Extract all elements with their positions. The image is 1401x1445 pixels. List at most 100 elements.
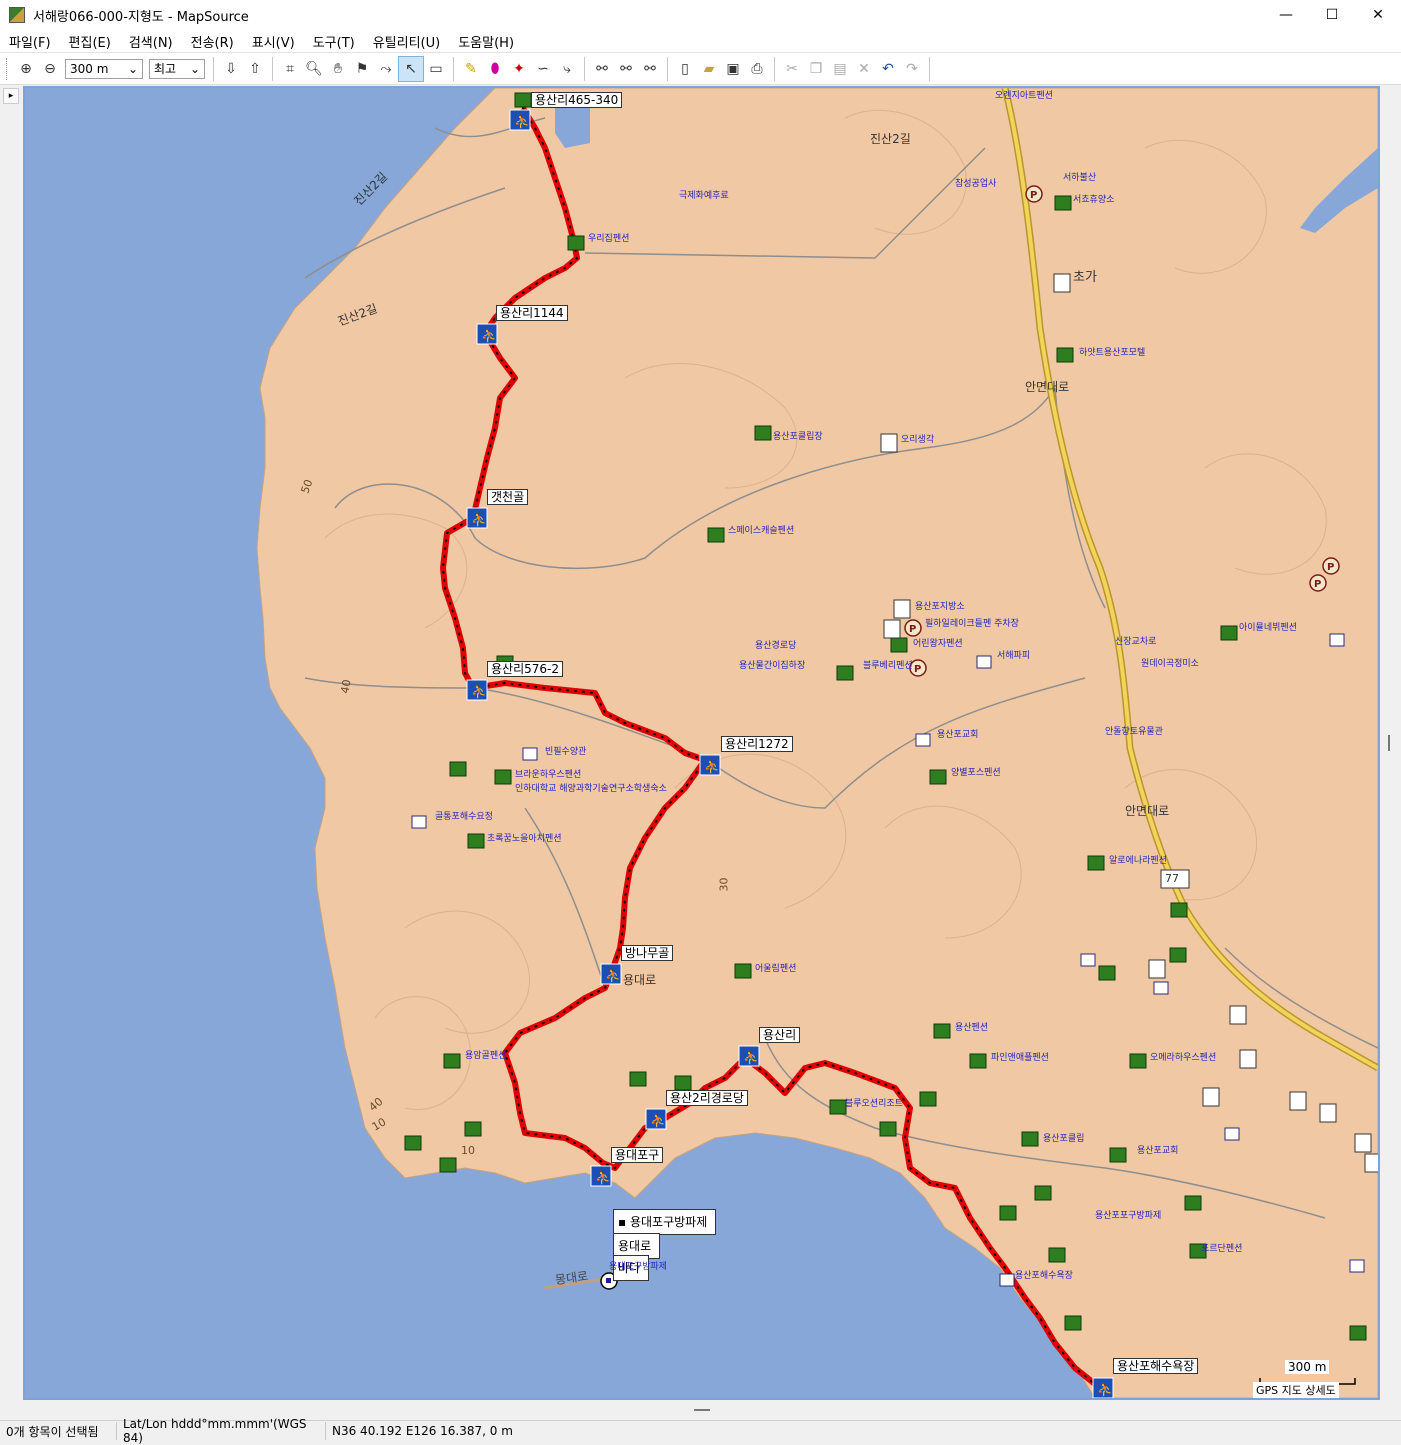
poi-label[interactable]: 극제화예후료 bbox=[679, 188, 729, 201]
waypoint-label[interactable]: 용산2리경로당 bbox=[666, 1090, 748, 1106]
poi-label[interactable]: 블루오션리조트 bbox=[845, 1096, 903, 1109]
map-canvas[interactable]: PPP PP ⛹⛹⛹ ⛹⛹⛹ ⛹⛹⛹ ⛹ bbox=[25, 88, 1378, 1398]
poi-label[interactable]: 용산포클립장 bbox=[773, 429, 823, 442]
poi-label[interactable]: 용산포교회 bbox=[937, 727, 978, 740]
feature-label-breakwater[interactable]: ▪ 용대포구방파제 bbox=[613, 1209, 717, 1235]
waypoint-label[interactable]: 용산포해수욕장 bbox=[1113, 1358, 1199, 1374]
poi-label[interactable]: 아이뮬네뷔펜션 bbox=[1239, 620, 1297, 633]
menu-edit[interactable]: 편집(E) bbox=[60, 32, 120, 51]
poi-label[interactable]: 오리생각 bbox=[901, 432, 934, 445]
save-disk-icon[interactable]: ▣ bbox=[721, 57, 745, 81]
waypoint-label[interactable]: 용산리 bbox=[759, 1027, 801, 1043]
poi-label[interactable]: 서해파피 bbox=[997, 648, 1030, 661]
pan-hand-icon[interactable]: ✋︎ bbox=[326, 57, 350, 81]
find-address-icon[interactable]: ⚯ bbox=[638, 57, 662, 81]
poi-label[interactable]: 어린왕자펜션 bbox=[913, 636, 963, 649]
poi-label[interactable]: 용산포클립 bbox=[1043, 1131, 1084, 1144]
svg-text:P: P bbox=[909, 624, 916, 635]
poi-label[interactable]: 오메라하우스펜션 bbox=[1150, 1050, 1216, 1063]
menu-file[interactable]: 파일(F) bbox=[0, 32, 60, 51]
poi-label[interactable]: 오렌지아트펜션 bbox=[995, 88, 1053, 101]
waypoint-label[interactable]: 용산리576-2 bbox=[487, 661, 563, 677]
route-tool-icon[interactable]: ⤳ bbox=[374, 57, 398, 81]
poi-label[interactable]: 골통포해수요정 bbox=[435, 809, 493, 822]
menu-find[interactable]: 검색(N) bbox=[120, 32, 182, 51]
undo-icon[interactable]: ↶ bbox=[876, 57, 900, 81]
cut-scissors-icon[interactable]: ✂ bbox=[780, 57, 804, 81]
close-button[interactable]: ✕ bbox=[1355, 0, 1401, 30]
menu-help[interactable]: 도움말(H) bbox=[449, 32, 523, 51]
send-to-device-icon[interactable]: ⇧ bbox=[243, 57, 267, 81]
receive-from-device-icon[interactable]: ⇩ bbox=[219, 57, 243, 81]
poi-label[interactable]: 용암골펜션 bbox=[465, 1048, 506, 1061]
waypoint-label[interactable]: 갯천골 bbox=[487, 489, 529, 505]
menu-view[interactable]: 표시(V) bbox=[243, 32, 304, 51]
zoom-in-icon[interactable]: ⊕ bbox=[14, 57, 38, 81]
poi-label[interactable]: 신장교차로 bbox=[1115, 634, 1156, 647]
redo-icon[interactable]: ↷ bbox=[900, 57, 924, 81]
poi-label[interactable]: 서하불산 bbox=[1063, 170, 1096, 183]
waypoint-label[interactable]: 용산리465-340 bbox=[531, 92, 623, 108]
copy-icon[interactable]: ❐ bbox=[804, 57, 828, 81]
poi-label[interactable]: 하얏트용산포모텔 bbox=[1079, 345, 1145, 358]
poi-label[interactable]: 스페이스캐슬펜션 bbox=[728, 523, 794, 536]
poi-label[interactable]: 포르단펜션 bbox=[1201, 1241, 1242, 1254]
zoom-scale-select[interactable]: 300 m ⌄ bbox=[65, 58, 143, 79]
poi-label[interactable]: 초록꿈노을아치펜션 bbox=[487, 831, 562, 844]
poi-label[interactable]: 용산포해수욕장 bbox=[1015, 1268, 1073, 1281]
map-view[interactable]: PPP PP ⛹ ⛹ ⛹ ⛹ ⛹ ⛹ ⛹ ⛹ ⛹ ⛹ 용산리465-340 용산리1144 … bbox=[23, 86, 1380, 1400]
poi-label[interactable]: 우리집펜션 bbox=[588, 231, 629, 244]
find-nearest-icon[interactable]: ⚯ bbox=[614, 57, 638, 81]
poi-label[interactable]: 용산물간이집하장 bbox=[739, 658, 805, 671]
poi-label[interactable]: 서쵸휴양소 bbox=[1073, 192, 1114, 205]
detail-level-select[interactable]: 최고 ⌄ bbox=[149, 58, 205, 79]
poi-label[interactable]: 양별포스펜션 bbox=[951, 765, 1001, 778]
waypoint-label[interactable]: 용산리1144 bbox=[496, 305, 568, 321]
zoom-out-icon[interactable]: ⊖ bbox=[38, 57, 62, 81]
track-tool-icon[interactable]: ✦ bbox=[507, 57, 531, 81]
menu-tools[interactable]: 도구(T) bbox=[304, 32, 364, 51]
poi-label[interactable]: 알로에나라펜션 bbox=[1109, 853, 1167, 866]
splitter-handle[interactable] bbox=[1388, 735, 1390, 751]
poi-label[interactable]: 용산펜션 bbox=[955, 1020, 988, 1033]
zoom-tool-icon[interactable]: 🔍︎ bbox=[302, 57, 326, 81]
menu-transfer[interactable]: 전송(R) bbox=[182, 32, 243, 51]
map-select-icon[interactable]: ✎ bbox=[459, 57, 483, 81]
poi-label[interactable]: 원데이곡정미소 bbox=[1141, 656, 1199, 669]
poi-label[interactable]: 용산포포구방파제 bbox=[1095, 1208, 1161, 1221]
eraser-icon[interactable]: ⬮ bbox=[483, 57, 507, 81]
find-places-binoculars-icon[interactable]: ⚯ bbox=[590, 57, 614, 81]
minimize-button[interactable]: — bbox=[1263, 0, 1309, 30]
measure-ruler-icon[interactable]: ▭ bbox=[424, 57, 448, 81]
select-arrow-icon[interactable]: ↖ bbox=[398, 55, 424, 82]
panel-expand-arrow-icon[interactable]: ▸ bbox=[3, 88, 19, 104]
waypoint-label[interactable]: 용대포구 bbox=[611, 1147, 664, 1163]
route-divide-icon[interactable]: ∽ bbox=[531, 57, 555, 81]
poi-label[interactable]: 인하대학교 해양과학기술연구소학생숙소 bbox=[515, 781, 667, 794]
waypoint-flag-icon[interactable]: ⚑ bbox=[350, 57, 374, 81]
maximize-button[interactable]: ☐ bbox=[1309, 0, 1355, 30]
poi-label[interactable]: 필하일레이크들펜 주차장 bbox=[925, 616, 1019, 629]
poi-label[interactable]: 용산포교회 bbox=[1137, 1143, 1178, 1156]
poi-label[interactable]: 용대포구방파제 bbox=[609, 1259, 667, 1272]
menu-utilities[interactable]: 유틸리티(U) bbox=[364, 32, 450, 51]
poi-label[interactable]: 파인앤애플펜션 bbox=[991, 1050, 1049, 1063]
map-tool-icon[interactable]: ⌗ bbox=[278, 57, 302, 81]
print-icon[interactable]: ⎙ bbox=[745, 57, 769, 81]
delete-x-icon[interactable]: ✕ bbox=[852, 57, 876, 81]
poi-label[interactable]: 안돌향토유물관 bbox=[1105, 724, 1163, 737]
poi-label[interactable]: 참성공업사 bbox=[955, 176, 996, 189]
new-file-icon[interactable]: ▯ bbox=[673, 57, 697, 81]
poi-label[interactable]: 블루베리펜션 bbox=[863, 658, 913, 671]
waypoint-label[interactable]: 방나무골 bbox=[621, 945, 674, 961]
poi-label[interactable]: 용산경로당 bbox=[755, 638, 796, 651]
poi-label[interactable]: 브라운하우스펜션 bbox=[515, 767, 581, 780]
place-label: 초가 bbox=[1073, 270, 1097, 285]
open-folder-icon[interactable]: ▰ bbox=[697, 57, 721, 81]
poi-label[interactable]: 용산포지방소 bbox=[915, 599, 965, 612]
route-insert-icon[interactable]: ⤷ bbox=[555, 57, 579, 81]
poi-label[interactable]: 빈필수양관 bbox=[545, 744, 586, 757]
waypoint-label[interactable]: 용산리1272 bbox=[721, 736, 793, 752]
poi-label[interactable]: 어울림펜션 bbox=[755, 961, 796, 974]
paste-clipboard-icon[interactable]: ▤ bbox=[828, 57, 852, 81]
